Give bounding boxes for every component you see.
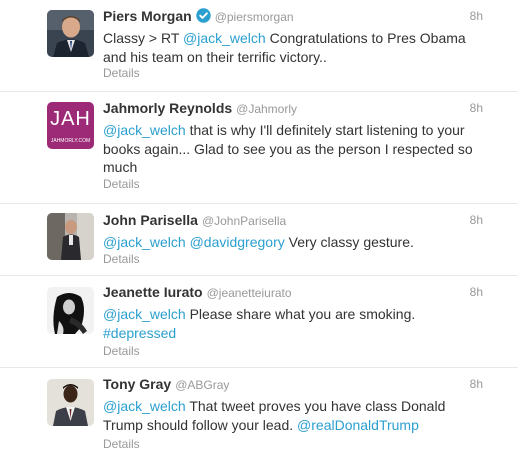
author-name[interactable]: Jeanette Iurato [103, 284, 203, 300]
verified-badge-icon [196, 8, 211, 28]
tweet-text: @jack_welch That tweet proves you have c… [103, 397, 473, 434]
tweet-item[interactable]: JAH JAHMORLY.COM Jahmorly Reynolds @Jahmo… [0, 92, 518, 204]
tweet-text: Classy > RT @jack_welch Congratulations … [103, 29, 473, 66]
details-link[interactable]: Details [103, 177, 140, 191]
tweet-item[interactable]: John Parisella @JohnParisella 8h @jack_we… [0, 204, 518, 276]
tweet-timestamp[interactable]: 8h [470, 9, 483, 23]
tweet-text-line: and his team on their terrific victory.. [103, 48, 473, 67]
tweet-text-segment: much [103, 159, 138, 175]
tweet-text: @jack_welch that is why I'll definitely … [103, 121, 473, 177]
author-handle[interactable]: @jeanetteiurato [207, 286, 292, 300]
person-avatar-bw-icon [47, 287, 94, 334]
hashtag-link[interactable]: #depressed [103, 325, 176, 341]
mention-link[interactable]: @jack_welch [183, 30, 266, 46]
tweet-header: Tony Gray @ABGray 8h [103, 376, 518, 396]
mention-link[interactable]: @jack_welch [103, 398, 186, 414]
tweet-text-line: @jack_welch @davidgregory Very classy ge… [103, 233, 473, 252]
author-name[interactable]: John Parisella [103, 212, 198, 228]
details-link[interactable]: Details [103, 66, 140, 80]
avatar[interactable]: JAH JAHMORLY.COM [47, 102, 94, 149]
mention-link[interactable]: @davidgregory [190, 234, 285, 250]
author-name[interactable]: Tony Gray [103, 376, 171, 392]
tweet-text-segment: Classy > RT [103, 30, 184, 46]
tweet-item[interactable]: Jeanette Iurato @jeanetteiurato 8h @jack_… [0, 276, 518, 368]
tweet-timestamp[interactable]: 8h [470, 101, 483, 115]
tweet-timestamp[interactable]: 8h [470, 377, 483, 391]
tweet-text-segment: that is why I'll definitely start listen… [185, 122, 465, 138]
mention-link[interactable]: @jack_welch [103, 122, 186, 138]
tweet-text-line: @jack_welch that is why I'll definitely … [103, 121, 473, 140]
tweet-item[interactable]: Tony Gray @ABGray 8h @jack_welch That twe… [0, 368, 518, 461]
details-link[interactable]: Details [103, 252, 140, 266]
author-handle[interactable]: @Jahmorly [236, 102, 297, 116]
tweet-text-line: Classy > RT @jack_welch Congratulations … [103, 29, 473, 48]
author-name[interactable]: Jahmorly Reynolds [103, 100, 232, 116]
tweet-timestamp[interactable]: 8h [470, 213, 483, 227]
author-handle[interactable]: @JohnParisella [202, 214, 286, 228]
mention-link[interactable]: @jack_welch [103, 306, 186, 322]
tweet-header: Jeanette Iurato @jeanetteiurato 8h [103, 284, 518, 304]
avatar-logo-subtext: JAHMORLY.COM [50, 138, 91, 144]
tweet-text-segment: Please share what you are smoking. [185, 306, 416, 322]
author-handle[interactable]: @ABGray [175, 378, 229, 392]
avatar[interactable] [47, 10, 94, 57]
mention-link[interactable]: @realDonaldTrump [297, 417, 419, 433]
tweet-text-line: #depressed [103, 324, 473, 343]
tweet-text-line: @jack_welch That tweet proves you have c… [103, 397, 473, 416]
person-avatar-suit-icon [47, 10, 94, 57]
avatar[interactable] [47, 213, 94, 260]
tweet-text: @jack_welch @davidgregory Very classy ge… [103, 233, 473, 252]
tweet-text-line: much [103, 158, 473, 177]
tweet-header: Jahmorly Reynolds @Jahmorly 8h [103, 100, 518, 120]
author-name[interactable]: Piers Morgan [103, 8, 192, 24]
tweet-text-segment: Trump should follow your lead. [103, 416, 298, 433]
tweet-text-line: @jack_welch Please share what you are sm… [103, 305, 473, 324]
tweet-text-segment: Congratulations to Pres Obama [265, 30, 466, 46]
tweet-text-line: books again... Glad to see you as the pe… [103, 140, 473, 159]
tweet-text-segment: That tweet proves you have class Donald [185, 398, 446, 414]
avatar-logo-text: JAH [50, 108, 91, 130]
mention-link[interactable]: @jack_welch [103, 234, 186, 250]
tweet-timestamp[interactable]: 8h [470, 285, 483, 299]
tweet-text-segment: books again... Glad to see you as the pe… [103, 140, 473, 157]
tweet-text-line: Trump should follow your lead. @realDona… [103, 416, 473, 435]
tweet-text: @jack_welch Please share what you are sm… [103, 305, 473, 342]
avatar[interactable] [47, 287, 94, 334]
tweet-header: John Parisella @JohnParisella 8h [103, 212, 518, 232]
person-avatar-portrait-icon [47, 379, 94, 426]
person-avatar-photo-icon [47, 213, 94, 260]
avatar[interactable] [47, 379, 94, 426]
tweet-header: Piers Morgan @piersmorgan 8h [103, 8, 518, 28]
tweet-item[interactable]: Piers Morgan @piersmorgan 8h Classy > RT … [0, 0, 518, 92]
details-link[interactable]: Details [103, 437, 140, 451]
tweet-text-segment: Very classy gesture. [284, 234, 414, 250]
author-handle[interactable]: @piersmorgan [215, 10, 294, 24]
tweet-text-segment: and his team on their terrific victory.. [103, 48, 327, 65]
jah-logo-avatar-icon: JAH JAHMORLY.COM [47, 102, 94, 149]
details-link[interactable]: Details [103, 344, 140, 358]
